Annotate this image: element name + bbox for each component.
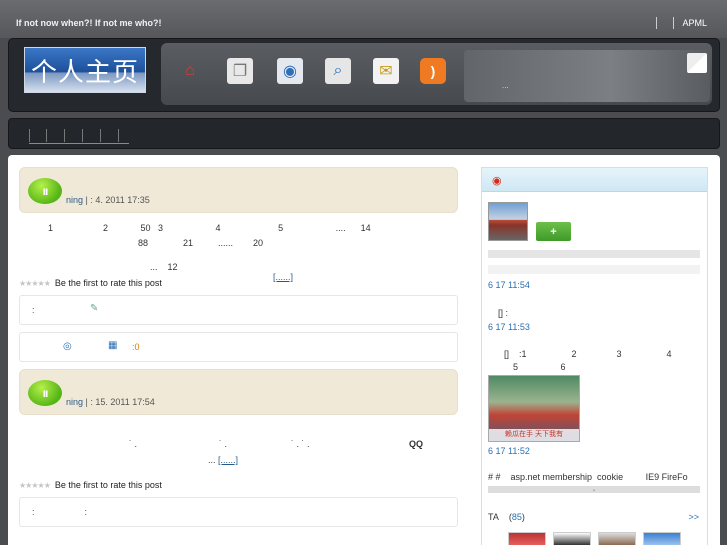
weibo-text: 5 6: [513, 362, 566, 372]
top-links: APML: [648, 17, 707, 29]
post-body: ˙ . ˙ . ˙ . ˙ . QQ ... [......]: [19, 439, 458, 465]
post-line: ... 12: [150, 262, 178, 272]
divider: [656, 17, 658, 29]
post-tags-box: : ✎: [19, 295, 458, 325]
followers-count[interactable]: 85: [512, 512, 522, 522]
qq-text: QQ: [409, 439, 424, 449]
search-panel[interactable]: ...: [464, 50, 710, 102]
apml-link[interactable]: APML: [682, 18, 707, 28]
weibo-text: # # asp.net membership cookie IE9 FireFo: [488, 472, 688, 482]
expand-bar[interactable]: ⌄: [488, 486, 700, 493]
post-rating: ★★★★★ Be the first to rate this post: [19, 278, 162, 288]
read-more-link[interactable]: [......]: [273, 272, 293, 282]
calendar-icon[interactable]: ▦: [108, 340, 117, 351]
post-header: ıı ning | : 15. 2011 17:54: [19, 369, 458, 415]
tags-label: :: [32, 305, 35, 315]
follower-avatar[interactable]: [508, 532, 546, 545]
tag-icon[interactable]: ✎: [90, 303, 98, 314]
post-glyph: ˙ . ˙ .: [291, 439, 310, 449]
site-slogan: If not now when?! If not me who?!: [16, 18, 162, 28]
post-meta: ning | : 15. 2011 17:54: [66, 397, 155, 407]
more-link[interactable]: >>: [688, 512, 699, 522]
post-header: ıı ning | : 4. 2011 17:35: [19, 167, 458, 213]
weibo-time[interactable]: 6 17 11:54: [488, 280, 530, 290]
post-tags-box: : :: [19, 497, 458, 527]
subnav-tab[interactable]: [65, 129, 83, 142]
tags-label: : :: [32, 507, 88, 517]
search-placeholder: ...: [502, 81, 509, 90]
subnav-tab[interactable]: [29, 129, 47, 142]
rss-icon[interactable]: ): [420, 58, 446, 84]
followers-label: TA: [488, 512, 499, 522]
rating-text: Be the first to rate this post: [54, 278, 162, 288]
follower-avatar[interactable]: [598, 532, 636, 545]
home-icon[interactable]: ⌂: [177, 58, 203, 84]
post-line: 1 2 50 3 4 5 .... 14: [48, 223, 371, 233]
divider: [488, 250, 700, 258]
weibo-time[interactable]: 6 17 11:53: [488, 322, 530, 332]
weibo-time[interactable]: 6 17 11:52: [488, 446, 530, 456]
post-glyph: ˙ .: [129, 439, 137, 449]
post-date: | : 4. 2011 17:35: [85, 195, 150, 205]
subnav-tab[interactable]: [47, 129, 65, 142]
subnav-underline: [29, 143, 129, 144]
site-logo[interactable]: 个人主页: [24, 47, 146, 93]
photo-caption: 赖瓜在手 天下我有: [489, 429, 579, 441]
post-author[interactable]: ning: [66, 397, 83, 407]
document-icon[interactable]: ◉: [277, 58, 303, 84]
main-content: ıı ning | : 4. 2011 17:35 1 2 50 3 4 5 .…: [8, 155, 720, 545]
weibo-text: [] :1 2 3 4: [504, 349, 672, 359]
profile-avatar[interactable]: [488, 202, 528, 241]
post-glyph: ˙ .: [219, 439, 227, 449]
post-meta: ning | : 4. 2011 17:35: [66, 195, 150, 205]
smiley-icon: ıı: [28, 380, 62, 406]
weibo-icon[interactable]: ◉: [492, 174, 502, 187]
weibo-sidebar: ◉ + 6 17 11:54 [] : 6 17 11:53 [] :1 2 3…: [481, 167, 708, 545]
post-line: 88 21 ...... 20: [138, 238, 264, 248]
site-header: 个人主页 ⌂ ❐ ◉ ⌕ ✉ ) ...: [8, 38, 720, 112]
page-fold-icon: [687, 53, 707, 73]
top-bar: If not now when?! If not me who?! APML: [0, 0, 727, 38]
subnav-tabs: [29, 129, 119, 142]
smiley-icon: ıı: [28, 178, 62, 204]
post-rating: ★★★★★ Be the first to rate this post: [19, 480, 162, 490]
post-date: | : 15. 2011 17:54: [85, 397, 155, 407]
subnav-tab[interactable]: [101, 129, 119, 142]
read-more-link[interactable]: [......]: [218, 455, 238, 465]
search-icon[interactable]: ⌕: [325, 58, 351, 84]
follower-avatar[interactable]: [553, 532, 591, 545]
comment-count[interactable]: :0: [132, 342, 140, 352]
post-author[interactable]: ning: [66, 195, 83, 205]
divider: [488, 265, 700, 274]
post-actions-box: ◎ ▦ :0: [19, 332, 458, 362]
subnav-tab[interactable]: [83, 129, 101, 142]
followers-row: TA (85): [488, 512, 525, 522]
comment-icon[interactable]: ◎: [63, 341, 72, 352]
chevron-down-icon: ⌄: [591, 487, 597, 493]
rating-text: Be the first to rate this post: [54, 480, 162, 490]
follower-avatar[interactable]: [643, 532, 681, 545]
weibo-photo[interactable]: 赖瓜在手 天下我有: [488, 375, 580, 442]
follow-button[interactable]: +: [536, 222, 571, 241]
divider: [673, 17, 675, 29]
weibo-text: [] :: [498, 308, 509, 318]
rating-stars[interactable]: ★★★★★: [19, 279, 51, 288]
mail-icon[interactable]: ✉: [373, 58, 399, 84]
sub-navigation: [8, 118, 720, 149]
post-line: ...: [208, 455, 216, 465]
rating-stars[interactable]: ★★★★★: [19, 481, 51, 490]
weibo-header: ◉: [482, 168, 707, 192]
icon-toolbar: ⌂ ❐ ◉ ⌕ ✉ ) ...: [161, 43, 712, 105]
pages-icon[interactable]: ❐: [227, 58, 253, 84]
